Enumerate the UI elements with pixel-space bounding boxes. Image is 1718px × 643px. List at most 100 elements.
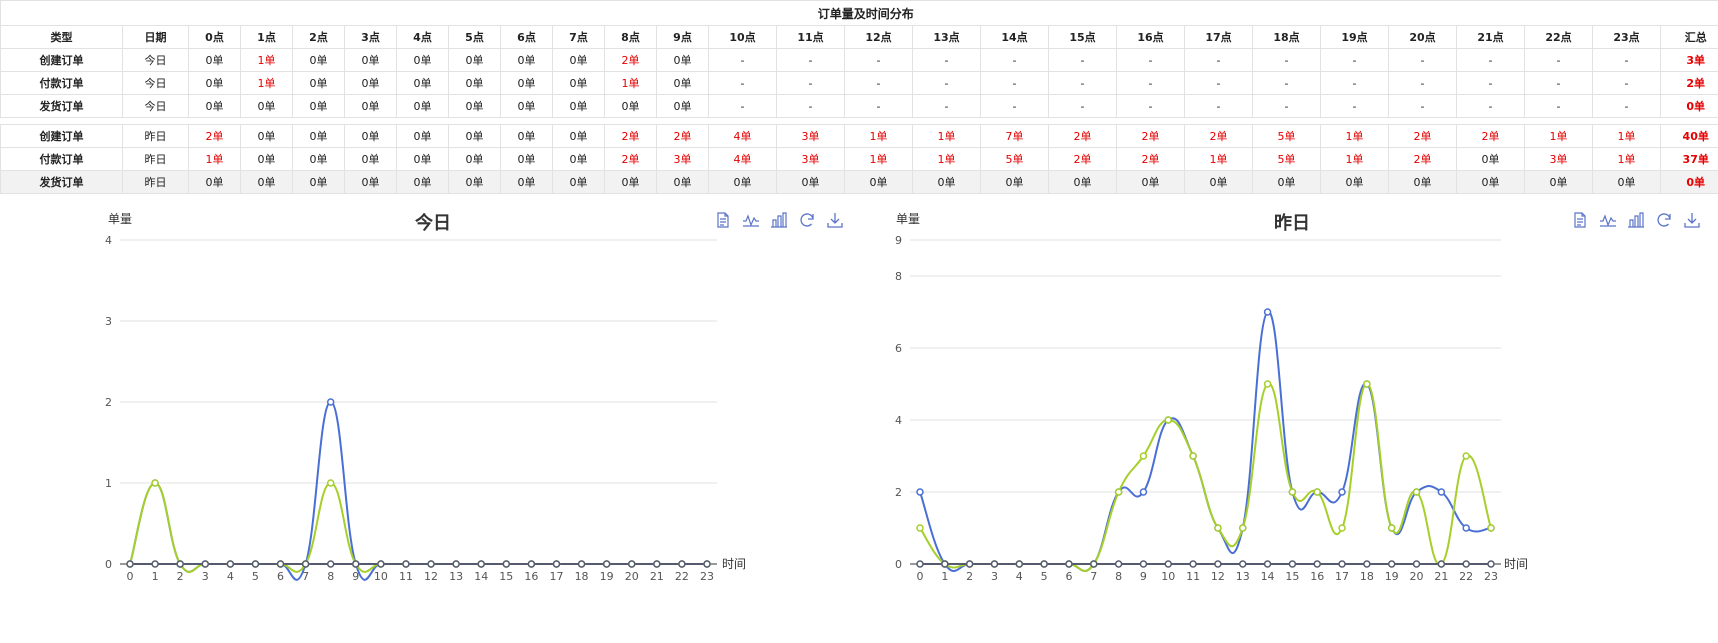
- data-point[interactable]: [201, 560, 210, 568]
- download-icon[interactable]: [1683, 211, 1701, 229]
- data-point[interactable]: [1387, 560, 1396, 568]
- table-cell: -: [1116, 48, 1185, 72]
- data-point[interactable]: [1139, 560, 1148, 568]
- data-point[interactable]: [916, 560, 924, 568]
- data-point[interactable]: [1164, 416, 1173, 424]
- data-point[interactable]: [1164, 560, 1173, 568]
- data-point[interactable]: [577, 560, 586, 568]
- data-point[interactable]: [916, 524, 924, 532]
- x-tick-label: 6: [277, 570, 284, 583]
- data-point[interactable]: [151, 560, 159, 568]
- data-point[interactable]: [1263, 560, 1272, 568]
- data-point[interactable]: [251, 560, 260, 568]
- table-cell: 0单: [448, 170, 501, 194]
- data-point[interactable]: [527, 560, 536, 568]
- data-point[interactable]: [352, 560, 360, 568]
- table-cell: 0单: [240, 147, 293, 171]
- data-point[interactable]: [1139, 452, 1148, 460]
- data-point[interactable]: [1040, 560, 1048, 568]
- data-point[interactable]: [703, 560, 711, 568]
- data-point[interactable]: [176, 560, 184, 568]
- data-point[interactable]: [1338, 488, 1346, 496]
- data-point[interactable]: [602, 560, 611, 568]
- data-point[interactable]: [1139, 488, 1148, 496]
- data-point[interactable]: [552, 560, 561, 568]
- data-point[interactable]: [678, 560, 686, 568]
- table-cell: 0单: [552, 147, 605, 171]
- data-point[interactable]: [1363, 560, 1371, 568]
- data-view-icon[interactable]: [1571, 211, 1589, 229]
- data-point[interactable]: [226, 560, 235, 568]
- data-point[interactable]: [1462, 560, 1470, 568]
- x-tick-label: 12: [424, 570, 438, 583]
- data-point[interactable]: [965, 560, 974, 568]
- today-chart-panel: 0 1 2 3 4 0 1 2 3 4 5 6 7 8 9 10 11 12 13 14 15 16 17 18 19 20 21 2…: [0, 197, 867, 643]
- table-cell: 0单: [500, 94, 553, 118]
- data-point[interactable]: [1263, 308, 1272, 316]
- data-point[interactable]: [1114, 560, 1123, 568]
- data-point[interactable]: [1114, 488, 1123, 496]
- column-header: 12点: [844, 25, 913, 49]
- table-cell: -: [1252, 94, 1321, 118]
- data-point[interactable]: [1090, 560, 1098, 568]
- data-point[interactable]: [326, 479, 335, 487]
- data-point[interactable]: [377, 560, 385, 568]
- data-point[interactable]: [1015, 560, 1024, 568]
- line-chart-icon[interactable]: [1599, 211, 1617, 229]
- table-cell: 0单: [344, 48, 397, 72]
- data-point[interactable]: [427, 560, 435, 568]
- data-point[interactable]: [1313, 488, 1321, 496]
- data-point[interactable]: [1238, 524, 1247, 532]
- data-point[interactable]: [151, 479, 159, 487]
- data-point[interactable]: [1412, 488, 1421, 496]
- data-point[interactable]: [653, 560, 661, 568]
- data-point[interactable]: [1487, 560, 1495, 568]
- data-point[interactable]: [1189, 452, 1197, 460]
- download-icon[interactable]: [826, 211, 844, 229]
- data-point[interactable]: [276, 560, 285, 568]
- data-view-icon[interactable]: [714, 211, 732, 229]
- data-point[interactable]: [1263, 380, 1272, 388]
- data-point[interactable]: [502, 560, 511, 568]
- line-chart-icon[interactable]: [742, 211, 760, 229]
- data-point[interactable]: [1412, 560, 1421, 568]
- data-point[interactable]: [1189, 560, 1197, 568]
- data-point[interactable]: [1487, 524, 1495, 532]
- data-point[interactable]: [1363, 380, 1371, 388]
- table-cell: 0单: [292, 170, 345, 194]
- data-point[interactable]: [1387, 524, 1396, 532]
- data-point[interactable]: [1238, 560, 1247, 568]
- data-point[interactable]: [402, 560, 410, 568]
- data-point[interactable]: [1288, 488, 1297, 496]
- row-total: 37单: [1659, 147, 1718, 171]
- data-point[interactable]: [1437, 488, 1446, 496]
- table-cell: 0单: [188, 94, 241, 118]
- data-point[interactable]: [1462, 524, 1470, 532]
- table-cell: 0单: [396, 48, 449, 72]
- data-point[interactable]: [301, 560, 310, 568]
- data-point[interactable]: [477, 560, 485, 568]
- data-point[interactable]: [1065, 560, 1073, 568]
- x-tick-label: 18: [1360, 570, 1374, 583]
- data-point[interactable]: [326, 398, 335, 406]
- refresh-icon[interactable]: [798, 211, 816, 229]
- data-point[interactable]: [627, 560, 636, 568]
- data-point[interactable]: [326, 560, 335, 568]
- table-cell: -: [776, 94, 845, 118]
- data-point[interactable]: [1462, 452, 1470, 460]
- data-point[interactable]: [990, 560, 999, 568]
- data-point[interactable]: [1437, 560, 1446, 568]
- data-point[interactable]: [1338, 524, 1346, 532]
- data-point[interactable]: [452, 560, 460, 568]
- data-point[interactable]: [1214, 524, 1222, 532]
- bar-chart-icon[interactable]: [1627, 211, 1645, 229]
- data-point[interactable]: [1313, 560, 1321, 568]
- data-point[interactable]: [1214, 560, 1222, 568]
- bar-chart-icon[interactable]: [770, 211, 788, 229]
- data-point[interactable]: [126, 560, 134, 568]
- data-point[interactable]: [941, 560, 949, 568]
- refresh-icon[interactable]: [1655, 211, 1673, 229]
- data-point[interactable]: [1338, 560, 1346, 568]
- data-point[interactable]: [916, 488, 924, 496]
- data-point[interactable]: [1288, 560, 1297, 568]
